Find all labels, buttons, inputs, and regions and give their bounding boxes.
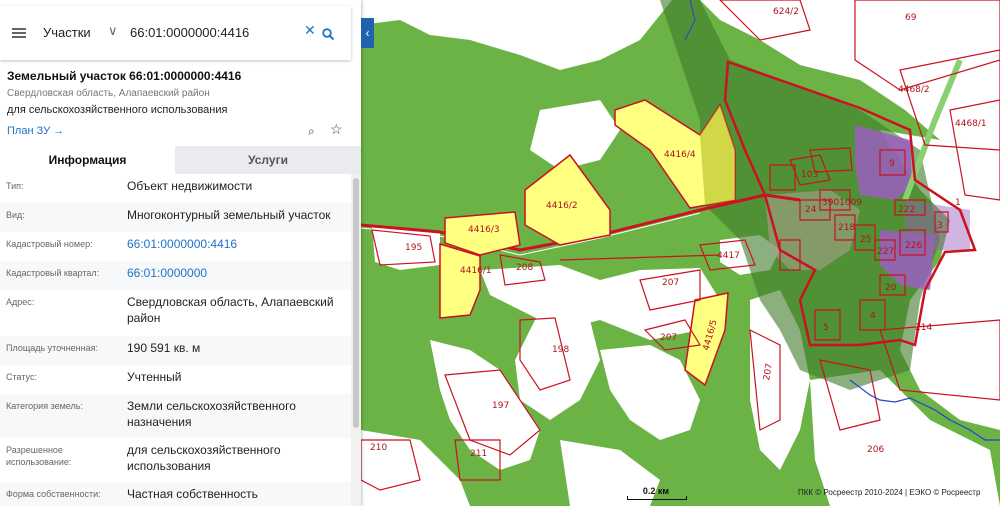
label-25: 25	[860, 235, 871, 245]
label-226: 226	[905, 241, 922, 251]
info-row: Статус: Учтенный	[0, 365, 351, 394]
info-row: Адрес: Свердловская область, Алапаевский …	[0, 290, 351, 336]
map-scale-bar	[627, 496, 687, 500]
parcel-address-short: Свердловская область, Алапаевский район	[7, 88, 210, 99]
row-label: Вид:	[6, 210, 25, 220]
info-row: Кадастровый квартал: 66:01:0000000	[0, 261, 351, 290]
label-4468-1: 4468/1	[955, 119, 987, 129]
label-4417: 4417	[717, 251, 740, 261]
label-20: 20	[885, 283, 897, 293]
label-227: 227	[877, 247, 894, 257]
parcel-purpose: для сельскохозяйственного использования	[7, 104, 228, 116]
label-195: 195	[405, 243, 422, 253]
label-1: 1	[955, 198, 961, 208]
search-bar: Участки ∨ 66:01:0000000:4416 ✕	[0, 0, 361, 62]
row-value: Многоконтурный земельный участок	[127, 208, 331, 222]
row-label: Разрешенное использование:	[6, 445, 72, 467]
label-198: 198	[552, 345, 569, 355]
label-207-a: 207	[662, 278, 679, 288]
label-4468-2: 4468/2	[898, 85, 930, 95]
row-value: Объект недвижимости	[127, 179, 253, 193]
label-4416-3: 4416/3	[468, 225, 500, 235]
tabs: Информация Услуги	[0, 146, 361, 174]
cadastral-number-link[interactable]: 66:01:0000000:4416	[127, 236, 349, 252]
row-value: Учтенный	[127, 370, 182, 384]
label-9: 9	[889, 159, 895, 169]
map-scale-label: 0.2 км	[642, 486, 670, 496]
row-label: Статус:	[6, 372, 37, 382]
info-row: Площадь уточненная: 190 591 кв. м	[0, 336, 351, 365]
label-207-b: 207	[660, 333, 677, 343]
label-211: 211	[470, 449, 487, 459]
row-value: Свердловская область, Алапаевский район	[127, 295, 334, 325]
label-214: 214	[915, 323, 932, 333]
row-label: Площадь уточненная:	[6, 343, 98, 353]
star-icon[interactable]: ☆	[330, 121, 343, 138]
info-row: Кадастровый номер: 66:01:0000000:4416	[0, 232, 351, 261]
label-103: 103	[801, 170, 818, 180]
chevron-down-icon[interactable]: ∨	[108, 23, 118, 39]
label-5: 5	[823, 323, 829, 333]
label-4416-4: 4416/4	[664, 150, 696, 160]
info-row: Вид: Многоконтурный земельный участок	[0, 203, 351, 232]
label-69: 69	[905, 13, 917, 23]
label-208: 208	[516, 263, 533, 273]
collapse-panel-button[interactable]: ‹	[361, 18, 374, 48]
map-attribution: ПКК © Росреестр 2010-2024 | ЕЭКО © Росре…	[798, 488, 981, 497]
label-4: 4	[870, 311, 876, 321]
menu-icon[interactable]	[12, 28, 26, 38]
row-label: Тип:	[6, 181, 24, 191]
close-icon[interactable]: ✕	[304, 22, 316, 39]
row-label: Кадастровый квартал:	[6, 268, 100, 278]
label-206: 206	[867, 445, 884, 455]
parcel-title: Земельный участок 66:01:0000000:4416	[7, 69, 242, 83]
search-icon[interactable]	[322, 28, 334, 40]
tab-info[interactable]: Информация	[0, 146, 175, 174]
scrollbar-thumb[interactable]	[353, 178, 359, 428]
label-197: 197	[492, 401, 509, 411]
row-value: для сельскохозяйственного использования	[127, 443, 281, 473]
plan-link[interactable]: План ЗУ →	[7, 125, 64, 137]
label-222: 222	[898, 205, 915, 215]
label-210: 210	[370, 443, 387, 453]
layer-select[interactable]: Участки	[43, 25, 91, 40]
label-4416-2: 4416/2	[546, 201, 578, 211]
row-value: Частная собственность	[127, 487, 258, 501]
row-label: Адрес:	[6, 297, 35, 307]
info-row: Форма собственности: Частная собственност…	[0, 482, 351, 506]
row-label: Кадастровый номер:	[6, 239, 93, 249]
row-value: Земли сельскохозяйственного назначения	[127, 399, 296, 429]
scrollbar[interactable]	[351, 174, 361, 506]
info-row: Разрешенное использование: для сельскохоз…	[0, 438, 351, 482]
cadastral-quarter-link[interactable]: 66:01:0000000	[127, 265, 349, 281]
label-3: 3	[937, 221, 943, 231]
label-4416-1: 4416/1	[460, 266, 492, 276]
info-row: Категория земель: Земли сельскохозяйствен…	[0, 394, 351, 438]
label-3901009: 3901009	[822, 198, 862, 208]
info-row: Тип: Объект недвижимости	[0, 174, 351, 203]
zoom-to-icon[interactable]: ⌕	[308, 124, 315, 139]
info-panel: Участки ∨ 66:01:0000000:4416 ✕ Земельный…	[0, 0, 361, 506]
row-label: Категория земель:	[6, 401, 83, 411]
row-value: 190 591 кв. м	[127, 341, 201, 355]
search-input[interactable]: 66:01:0000000:4416	[130, 25, 249, 40]
search-box: Участки ∨ 66:01:0000000:4416 ✕	[0, 6, 351, 60]
label-624-2: 624/2	[773, 7, 799, 17]
row-label: Форма собственности:	[6, 489, 101, 499]
label-24: 24	[805, 205, 817, 215]
tab-services[interactable]: Услуги	[175, 146, 361, 174]
label-218: 218	[838, 223, 855, 233]
